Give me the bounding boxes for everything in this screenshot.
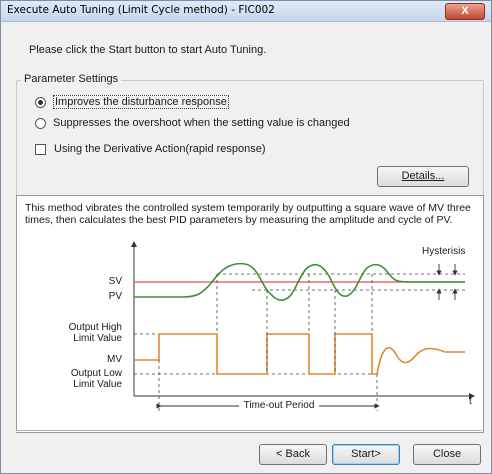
derivative-action-checkbox[interactable]: [35, 143, 46, 155]
close-window-button[interactable]: X: [445, 3, 485, 20]
dialog-body: Please click the Start button to start A…: [1, 22, 491, 473]
footer-separator: [16, 430, 482, 432]
sv-label: SV: [108, 276, 122, 287]
option-suppress-overshoot[interactable]: Suppresses the overshoot when the settin…: [35, 117, 350, 129]
window-title: Execute Auto Tuning (Limit Cycle method)…: [7, 4, 275, 16]
option-suppress-label: Suppresses the overshoot when the settin…: [53, 117, 350, 129]
start-button-label: Start>: [351, 448, 381, 460]
time-axis-label: t: [469, 396, 472, 407]
derivative-action-checkbox-row[interactable]: Using the Derivative Action(rapid respon…: [35, 143, 266, 155]
close-button-label: Close: [432, 448, 462, 460]
instruction-text: Please click the Start button to start A…: [29, 44, 267, 56]
option-disturbance-response[interactable]: Improves the disturbance response: [35, 95, 229, 109]
mv-label: MV: [107, 354, 122, 365]
back-button[interactable]: < Back: [259, 444, 327, 465]
pv-label: PV: [108, 291, 122, 302]
dialog-window: Execute Auto Tuning (Limit Cycle method)…: [0, 0, 492, 474]
back-button-label: < Back: [276, 448, 310, 460]
radio-suppress-overshoot[interactable]: [35, 117, 46, 129]
mv-curve: [134, 333, 465, 375]
derivative-action-label: Using the Derivative Action(rapid respon…: [54, 143, 266, 155]
timeout-label: Time-out Period: [239, 400, 319, 411]
parameter-settings-group: Parameter Settings Improves the disturba…: [16, 73, 484, 210]
start-button[interactable]: Start>: [332, 444, 400, 465]
details-button-label: Details...: [401, 170, 445, 182]
tuning-diagram-panel: This method vibrates the controlled syst…: [16, 195, 484, 433]
radio-disturbance-response[interactable]: [35, 96, 46, 108]
parameter-settings-legend: Parameter Settings: [21, 73, 122, 85]
details-button[interactable]: Details...: [377, 166, 469, 187]
close-button[interactable]: Close: [413, 444, 481, 465]
tuning-diagram: [131, 241, 475, 411]
output-high-label: Output High Limit Value: [68, 322, 122, 344]
hysteresis-label: Hysterisis: [422, 246, 466, 257]
option-disturbance-label: Improves the disturbance response: [53, 95, 229, 109]
title-bar[interactable]: Execute Auto Tuning (Limit Cycle method)…: [1, 1, 491, 22]
output-low-label: Output Low Limit Value: [70, 368, 122, 390]
